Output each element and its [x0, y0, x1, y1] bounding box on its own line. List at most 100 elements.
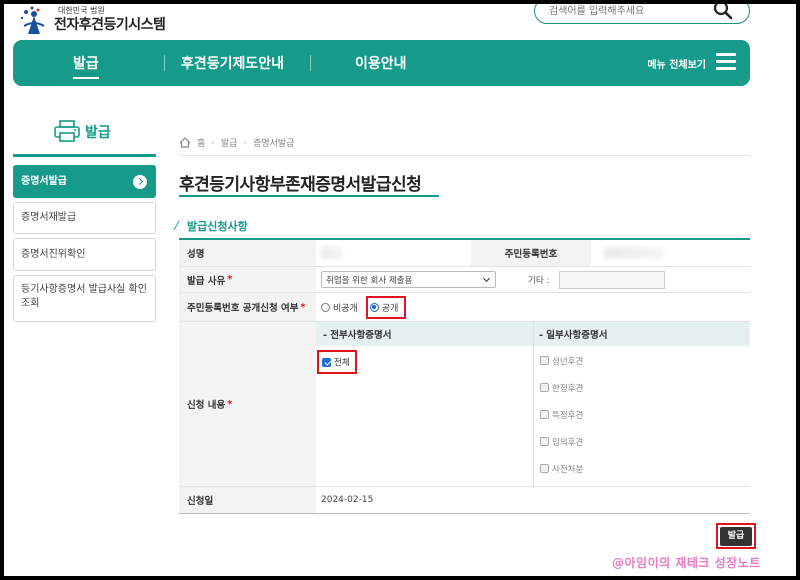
full-menu-label[interactable]: 메뉴 전체보기	[647, 56, 706, 71]
date-value: 2024-02-15	[321, 495, 374, 505]
etc-input[interactable]	[559, 270, 666, 289]
reason-label: 발급 사유 *	[179, 267, 316, 292]
partial-option-checkbox[interactable]	[540, 356, 549, 365]
radio-private-label: 비공개	[333, 303, 358, 314]
form-row-date: 신청일 2024-02-15	[179, 487, 750, 513]
all-option[interactable]: 전체	[317, 350, 357, 374]
partial-option[interactable]: 사전처분	[534, 455, 750, 482]
nav-item-guardianship-guide[interactable]: 후견등기제도안내	[181, 53, 284, 73]
partial-option-label: 사전처분	[552, 464, 584, 475]
sidebar-divider	[13, 154, 156, 157]
sidebar-item-label: 증명서발급	[21, 176, 67, 187]
section-marker-icon	[173, 221, 188, 230]
search-icon[interactable]	[713, 4, 733, 20]
section-title: 발급신청사항	[173, 218, 248, 234]
application-form: 성명 주민등록번호 발급 사유 * 취업을 위한 회사 제출용 기타 : 주민등록…	[179, 238, 750, 514]
redacted-value	[321, 247, 343, 259]
hamburger-menu-icon[interactable]	[716, 53, 736, 71]
watermark-text: @아임이의 재테크 성장노트	[612, 556, 761, 570]
chevron-right-icon: ›	[211, 137, 215, 148]
logo-title: 전자후견등기시스템	[54, 17, 166, 33]
all-items-header: - 전부사항증명서	[316, 322, 533, 346]
sidebar-item-label: 등기사항증명서 발급사실 확인조회	[21, 284, 147, 309]
partial-option-label: 특정후견	[552, 410, 584, 421]
court-logo-icon	[20, 6, 45, 34]
breadcrumb-home[interactable]: 홈	[197, 136, 205, 149]
page: 대한민국 법원 전자후견등기시스템 발급 후견등기제도안내 이용안내 메뉴 전체…	[4, 4, 796, 576]
nav-divider	[164, 55, 165, 71]
radio-public[interactable]: 공개	[365, 295, 407, 319]
partial-option-label: 임의후견	[552, 437, 584, 448]
all-items-column: - 전부사항증명서 전체	[316, 322, 534, 486]
rrn-label: 주민등록번호	[471, 240, 591, 266]
sidebar-item-authenticity-check[interactable]: 증명서진위확인	[13, 238, 156, 271]
form-row-content: 신청 내용 * - 전부사항증명서 전체 - 일부사항증명서 성년후견 한정후견 …	[179, 322, 750, 487]
partial-option[interactable]: 임의후견	[534, 428, 750, 455]
reason-label-text: 발급 사유	[187, 275, 226, 287]
home-icon[interactable]	[179, 137, 191, 148]
breadcrumb-current: 증명서발급	[253, 139, 295, 149]
content-label: 신청 내용 *	[179, 322, 316, 486]
partial-option-checkbox[interactable]	[540, 383, 549, 392]
partial-option[interactable]: 성년후견	[534, 347, 750, 374]
partial-option-label: 한정후견	[552, 383, 584, 394]
sidebar-header: 발급	[13, 120, 156, 146]
radio-private[interactable]: 비공개	[321, 301, 358, 314]
disclosure-cell: 비공개 공개	[316, 293, 750, 321]
title-underline	[179, 195, 439, 197]
partial-option-checkbox[interactable]	[540, 464, 549, 473]
search-box	[534, 4, 750, 24]
redacted-value	[604, 247, 664, 259]
search-input[interactable]	[549, 4, 709, 20]
all-items-body: 전체	[316, 346, 533, 374]
issue-button[interactable]: 발급	[720, 526, 752, 546]
content-label-text: 신청 내용	[187, 400, 226, 411]
partial-option[interactable]: 특정후견	[534, 401, 750, 428]
all-option-checkbox[interactable]	[322, 357, 331, 367]
sidebar-item-certificate-issue[interactable]: 증명서발급	[13, 165, 156, 198]
breadcrumb-divider	[179, 155, 750, 156]
breadcrumb-issue[interactable]: 발급	[221, 136, 238, 149]
sidebar-item-label: 증명서재발급	[21, 212, 77, 223]
issue-button-highlight: 발급	[716, 523, 756, 549]
section-title-text: 발급신청사항	[187, 220, 248, 233]
rrn-value	[591, 240, 750, 266]
page-title: 후견등기사항부존재증명서발급신청	[179, 175, 422, 195]
chevron-right-icon	[133, 175, 147, 189]
form-row-reason: 발급 사유 * 취업을 위한 회사 제출용 기타 :	[179, 267, 750, 293]
printer-icon	[54, 120, 80, 142]
radio-public-label: 공개	[381, 303, 399, 314]
main-nav: 발급 후견등기제도안내 이용안내 메뉴 전체보기	[13, 40, 750, 86]
sidebar-item-issue-history[interactable]: 등기사항증명서 발급사실 확인조회	[13, 275, 156, 322]
etc-label: 기타 :	[528, 275, 550, 286]
partial-option[interactable]: 한정후견	[534, 374, 750, 401]
all-option-label: 전체	[334, 358, 350, 368]
disclosure-label-text: 주민등록번호 공개신청 여부	[187, 303, 299, 314]
sidebar-item-certificate-reissue[interactable]: 증명서재발급	[13, 202, 156, 234]
nav-item-usage-guide[interactable]: 이용안내	[355, 53, 407, 73]
form-row-disclosure: 주민등록번호 공개신청 여부 * 비공개 공개	[179, 293, 750, 322]
nav-divider	[310, 55, 311, 71]
partial-option-label: 성년후견	[552, 356, 584, 367]
reason-cell: 취업을 위한 회사 제출용 기타 :	[316, 267, 750, 292]
sidebar-item-label: 증명서진위확인	[21, 249, 86, 260]
radio-public-control[interactable]	[369, 302, 379, 312]
nav-item-issue[interactable]: 발급	[73, 53, 99, 79]
site-logo[interactable]: 대한민국 법원 전자후견등기시스템	[16, 4, 176, 38]
partial-items-body: 성년후견 한정후견 특정후견 임의후견 사전처분	[534, 346, 750, 482]
date-label: 신청일	[179, 487, 316, 513]
reason-select[interactable]: 취업을 위한 회사 제출용	[321, 271, 496, 288]
name-label: 성명	[179, 240, 316, 266]
name-value	[316, 240, 471, 266]
required-mark: *	[227, 398, 233, 410]
breadcrumb: 홈 › 발급 › 증명서발급	[179, 136, 294, 149]
partial-option-checkbox[interactable]	[540, 410, 549, 419]
radio-private-control[interactable]	[321, 302, 330, 312]
required-mark: *	[300, 301, 306, 313]
chevron-right-icon: ›	[243, 137, 248, 148]
partial-option-checkbox[interactable]	[540, 437, 549, 446]
partial-items-header: - 일부사항증명서	[534, 322, 750, 346]
sidebar-title: 발급	[85, 125, 111, 141]
content-cell: - 전부사항증명서 전체 - 일부사항증명서 성년후견 한정후견 특정후견 임의…	[316, 322, 750, 486]
partial-items-column: - 일부사항증명서 성년후견 한정후견 특정후견 임의후견 사전처분	[534, 322, 750, 486]
